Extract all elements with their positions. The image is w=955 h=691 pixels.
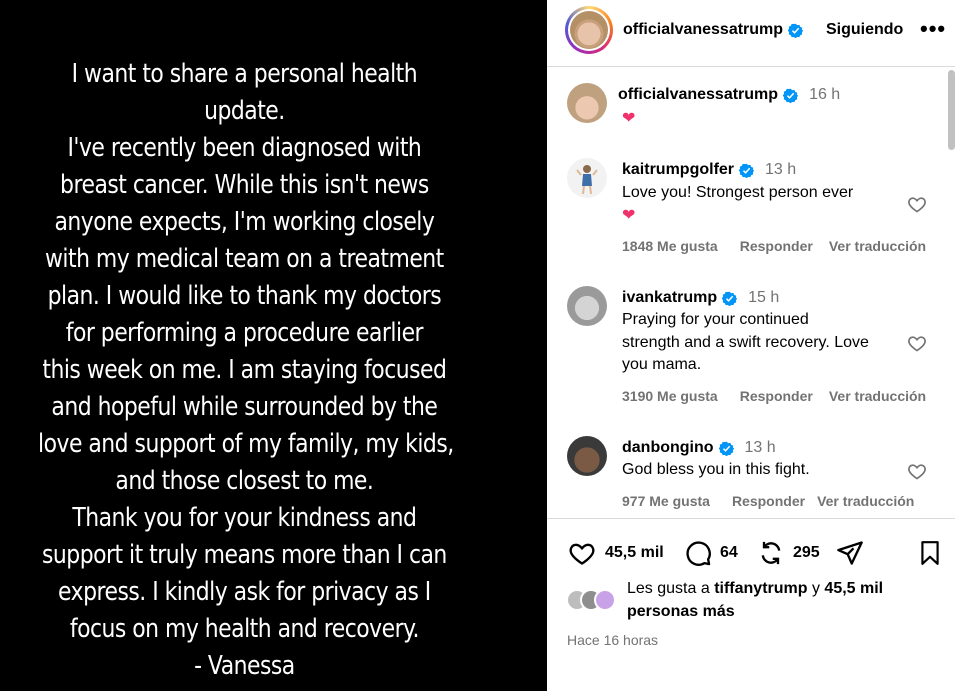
story-text-line: focus on my health and recovery. xyxy=(69,614,420,644)
bookmark-icon[interactable] xyxy=(917,539,943,567)
post-header: officialvanessatrump Siguiendo ••• xyxy=(547,0,955,67)
send-icon[interactable] xyxy=(836,539,864,567)
comment-text: Love you! Strongest person ever ❤ xyxy=(622,182,902,227)
comment-text-line: Praying for your continued xyxy=(622,311,809,328)
comment-username[interactable]: danbongino xyxy=(622,439,714,457)
like-comment-icon[interactable] xyxy=(907,333,927,353)
story-text-line: love and support of my family, my kids, xyxy=(38,429,454,459)
verified-badge-icon xyxy=(718,441,734,456)
story-text-line: and hopeful while surrounded by the xyxy=(51,392,438,422)
comment-action[interactable]: 64 xyxy=(684,539,738,567)
liked-by-avatar xyxy=(594,589,616,611)
liked-by-suffix[interactable]: personas más xyxy=(627,603,735,620)
golfer-figure-icon xyxy=(576,165,598,195)
liked-by-user[interactable]: tiffanytrump xyxy=(714,580,807,597)
reply-button[interactable]: Responder xyxy=(740,238,813,254)
caption-username[interactable]: officialvanessatrump xyxy=(618,86,778,104)
story-text-line: support it truly means more than I can xyxy=(42,540,447,570)
story-text-line: for performing a procedure earlier xyxy=(65,318,424,348)
comment-bubble-icon[interactable] xyxy=(684,539,712,567)
comment-avatar[interactable] xyxy=(567,286,607,326)
story-text-line: and those closest to me. xyxy=(115,466,374,496)
story-text-line: I've recently been diagnosed with xyxy=(67,133,422,163)
heart-emoji-icon: ❤ xyxy=(622,110,636,127)
comment-header: ivankatrump 15 h xyxy=(622,289,779,307)
translate-button[interactable]: Ver traducción xyxy=(829,238,926,254)
comment-text: God bless you in this fight. xyxy=(622,459,902,482)
story-text-line: Thank you for your kindness and xyxy=(72,503,417,533)
post-actions: 45,5 mil 64 295 Les gusta a tiffanytrump… xyxy=(547,518,955,691)
story-text-line: this week on me. I am staying focused xyxy=(42,355,447,385)
comment-text-line: strength and a swift recovery. Love xyxy=(622,333,869,351)
post-side-panel: officialvanessatrump Siguiendo ••• offic… xyxy=(547,0,955,691)
comment-username[interactable]: kaitrumpgolfer xyxy=(622,161,734,179)
post-image: I want to share a personal health update.… xyxy=(0,0,547,691)
more-options-icon[interactable]: ••• xyxy=(920,16,946,42)
liked-by-avatars[interactable] xyxy=(566,589,626,611)
translate-button[interactable]: Ver traducción xyxy=(829,388,926,404)
liked-by-prefix: Les gusta a xyxy=(627,580,710,597)
like-comment-icon[interactable] xyxy=(907,194,927,214)
comment-text-line: God bless you in this fight. xyxy=(622,461,810,478)
story-text-line: update. xyxy=(204,96,285,126)
comment-avatar[interactable] xyxy=(567,436,607,476)
story-text-line: I want to share a personal health xyxy=(71,59,418,89)
comment-meta: 977 Me gusta Responder Ver traducción xyxy=(622,493,936,509)
verified-badge-icon xyxy=(788,23,804,38)
comment-likes[interactable]: 3190 Me gusta xyxy=(622,388,718,404)
comment-time[interactable]: 13 h xyxy=(745,439,776,457)
comment-avatar[interactable] xyxy=(567,158,607,198)
translate-button[interactable]: Ver traducción xyxy=(817,493,914,509)
story-text-line: anyone expects, I'm working closely xyxy=(54,207,435,237)
story-text-line: express. I kindly ask for privacy as I xyxy=(58,577,431,607)
verified-badge-icon xyxy=(783,88,799,103)
caption-avatar[interactable] xyxy=(567,83,607,123)
comment-text-line: Love you! Strongest person ever xyxy=(622,184,854,201)
likes-count[interactable]: 45,5 mil xyxy=(605,544,664,562)
reply-button[interactable]: Responder xyxy=(740,388,813,404)
comment-meta: 1848 Me gusta Responder Ver traducción xyxy=(622,238,948,254)
save-action[interactable] xyxy=(917,539,943,567)
caption-time[interactable]: 16 h xyxy=(809,86,840,104)
following-button[interactable]: Siguiendo xyxy=(826,21,903,39)
story-text-line: - Vanessa xyxy=(194,651,295,681)
comment-time[interactable]: 13 h xyxy=(765,161,796,179)
verified-badge-icon xyxy=(739,163,755,178)
comments-scrollbar[interactable] xyxy=(948,70,955,150)
liked-by-conjunction: y xyxy=(811,580,820,597)
comment-header: kaitrumpgolfer 13 h xyxy=(622,161,796,179)
author-username[interactable]: officialvanessatrump xyxy=(623,21,783,39)
comment-username[interactable]: ivankatrump xyxy=(622,289,717,307)
share-action[interactable] xyxy=(836,539,864,567)
story-text-line: breast cancer. While this isn't news xyxy=(60,170,429,200)
repost-action[interactable]: 295 xyxy=(757,539,820,567)
caption-text: ❤ xyxy=(622,108,635,131)
author-avatar[interactable] xyxy=(565,6,613,54)
story-text: I want to share a personal health update.… xyxy=(38,56,454,685)
comments-count[interactable]: 64 xyxy=(720,544,738,562)
comment-time[interactable]: 15 h xyxy=(748,289,779,307)
comment-text-line: you mama. xyxy=(622,356,702,373)
liked-by-others-count[interactable]: 45,5 mil xyxy=(824,580,883,597)
author-username-row[interactable]: officialvanessatrump xyxy=(623,21,804,39)
story-text-line: with my medical team on a treatment xyxy=(45,244,444,274)
repost-icon[interactable] xyxy=(757,539,785,567)
comment-meta: 3190 Me gusta Responder Ver traducción xyxy=(622,388,948,404)
like-comment-icon[interactable] xyxy=(907,461,927,481)
heart-icon[interactable] xyxy=(567,539,597,567)
comment-likes[interactable]: 1848 Me gusta xyxy=(622,238,718,254)
comments-list[interactable]: officialvanessatrump 16 h ❤ kaitrumpgolf… xyxy=(547,68,955,518)
comment-text: Praying for your continued strength and … xyxy=(622,309,902,377)
story-text-line: plan. I would like to thank my doctors xyxy=(47,281,442,311)
verified-badge-icon xyxy=(722,291,738,306)
comment-header: danbongino 13 h xyxy=(622,439,776,457)
reposts-count[interactable]: 295 xyxy=(793,544,820,562)
heart-emoji-icon: ❤ xyxy=(622,206,636,224)
reply-button[interactable]: Responder xyxy=(732,493,805,509)
post-timestamp[interactable]: Hace 16 horas xyxy=(567,632,658,648)
liked-by-text: Les gusta a tiffanytrump y 45,5 mil pers… xyxy=(627,577,937,623)
comment-likes[interactable]: 977 Me gusta xyxy=(622,493,710,509)
like-action[interactable]: 45,5 mil xyxy=(567,539,664,567)
caption-header: officialvanessatrump 16 h xyxy=(618,86,840,104)
